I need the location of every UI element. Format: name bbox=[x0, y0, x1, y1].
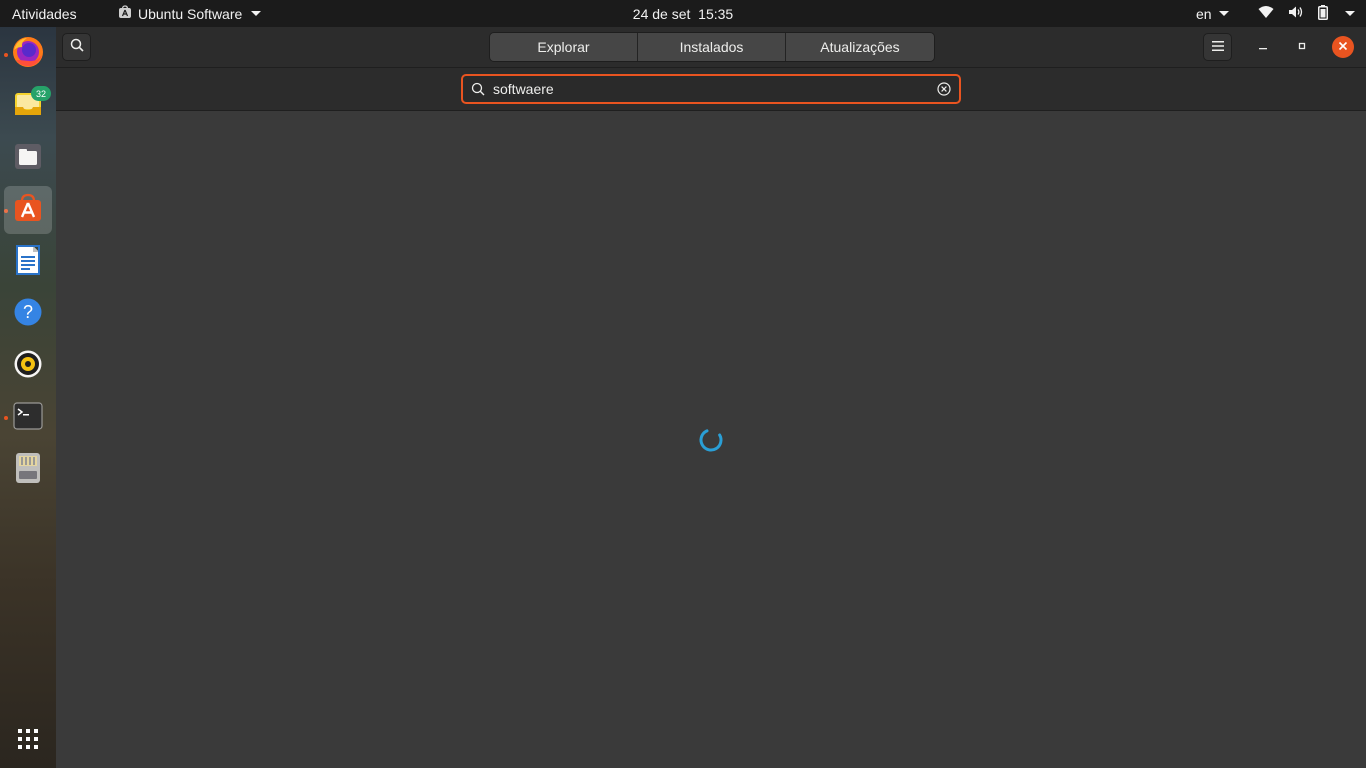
main-menu-button[interactable] bbox=[1203, 33, 1232, 61]
dock-item-libreoffice-writer[interactable] bbox=[4, 238, 52, 286]
tab-label: Instalados bbox=[679, 39, 744, 55]
firefox-icon bbox=[11, 35, 45, 74]
svg-text:?: ? bbox=[23, 302, 33, 322]
dock-item-ubuntu-software[interactable] bbox=[4, 186, 52, 234]
search-input[interactable] bbox=[493, 77, 929, 101]
folder-icon bbox=[13, 141, 43, 176]
top-bar: Atividades Ubuntu Software 24 de set 15:… bbox=[0, 0, 1366, 27]
battery-icon bbox=[1318, 4, 1328, 23]
app-menu[interactable]: Ubuntu Software bbox=[118, 0, 262, 27]
volume-icon bbox=[1288, 5, 1304, 22]
unread-badge: 32 bbox=[31, 86, 51, 101]
view-switcher: Explorar Instalados Atualizações bbox=[489, 32, 935, 62]
maximize-button[interactable] bbox=[1292, 37, 1312, 57]
grid-icon bbox=[17, 728, 39, 755]
close-icon bbox=[1338, 38, 1348, 56]
activities-button[interactable]: Atividades bbox=[12, 0, 77, 27]
language-selector[interactable]: en bbox=[1196, 0, 1229, 27]
clear-search-button[interactable] bbox=[929, 76, 959, 102]
search-icon bbox=[70, 38, 84, 57]
terminal-icon bbox=[13, 401, 43, 435]
close-button[interactable] bbox=[1332, 36, 1354, 58]
chevron-down-icon bbox=[1218, 11, 1229, 16]
dock: 32 ? bbox=[0, 27, 56, 768]
search-bar bbox=[56, 68, 1366, 111]
search-results-area bbox=[56, 111, 1366, 768]
dock-item-terminal[interactable] bbox=[4, 394, 52, 442]
wifi-icon bbox=[1258, 5, 1274, 22]
clock-date: 24 de set bbox=[632, 5, 691, 22]
search-icon bbox=[463, 76, 493, 102]
speaker-icon bbox=[13, 349, 43, 384]
minimize-button[interactable] bbox=[1253, 37, 1273, 57]
tab-atualizacoes[interactable]: Atualizações bbox=[786, 33, 934, 61]
header-bar: Explorar Instalados Atualizações bbox=[56, 27, 1366, 68]
dock-item-firefox[interactable] bbox=[4, 30, 52, 78]
help-icon: ? bbox=[13, 297, 43, 332]
tab-label: Atualizações bbox=[820, 39, 900, 55]
dock-item-disk[interactable] bbox=[4, 446, 52, 494]
dock-item-mail[interactable]: 32 bbox=[4, 82, 52, 130]
maximize-icon bbox=[1297, 38, 1307, 56]
chevron-down-icon bbox=[251, 11, 262, 16]
app-menu-label: Ubuntu Software bbox=[138, 5, 243, 22]
dock-item-show-applications[interactable] bbox=[4, 717, 52, 765]
search-entry[interactable] bbox=[461, 74, 961, 104]
clear-icon bbox=[937, 82, 951, 96]
dock-item-files[interactable] bbox=[4, 134, 52, 182]
hamburger-menu-icon bbox=[1211, 38, 1224, 56]
ubuntu-software-window: Explorar Instalados Atualizações bbox=[56, 27, 1366, 768]
clock-time: 15:35 bbox=[698, 5, 734, 22]
minimize-icon bbox=[1258, 38, 1268, 56]
tab-explorar[interactable]: Explorar bbox=[490, 33, 638, 61]
activities-label: Atividades bbox=[12, 5, 77, 22]
tab-instalados[interactable]: Instalados bbox=[638, 33, 786, 61]
document-icon bbox=[14, 244, 42, 280]
dock-item-help[interactable]: ? bbox=[4, 290, 52, 338]
language-label: en bbox=[1196, 5, 1212, 22]
dock-item-rhythmbox[interactable] bbox=[4, 342, 52, 390]
ubuntu-software-icon bbox=[13, 193, 43, 228]
chevron-down-icon bbox=[1345, 11, 1355, 16]
clock-button[interactable]: 24 de set 15:35 bbox=[633, 6, 733, 22]
system-menu[interactable] bbox=[1258, 0, 1355, 27]
tab-label: Explorar bbox=[537, 39, 590, 55]
search-toggle-button[interactable] bbox=[62, 33, 91, 61]
loading-spinner-icon bbox=[699, 428, 723, 452]
drive-icon bbox=[15, 452, 41, 489]
app-menu-icon bbox=[118, 5, 132, 22]
